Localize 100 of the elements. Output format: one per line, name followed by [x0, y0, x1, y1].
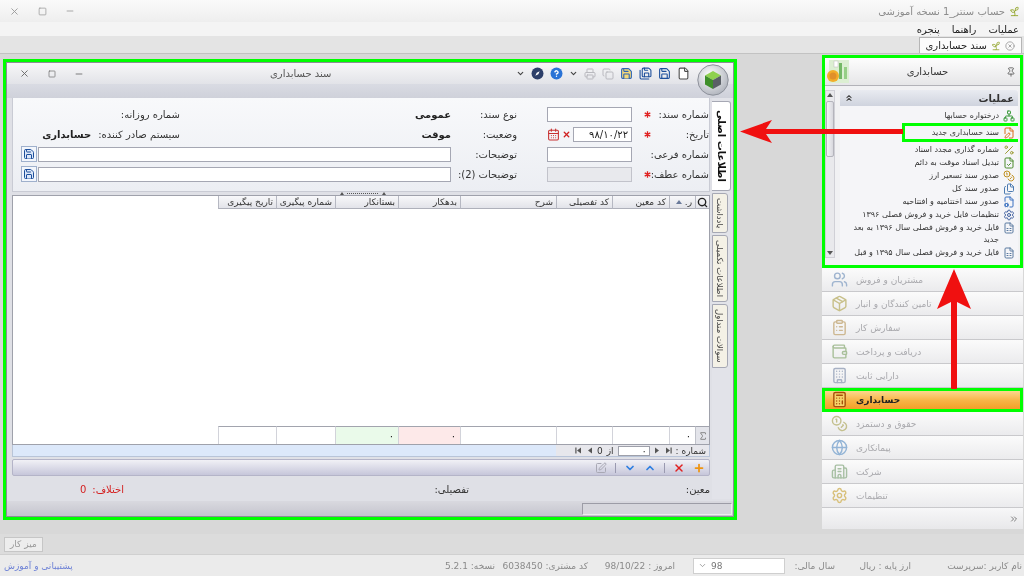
- group-header[interactable]: عملیات: [840, 90, 1018, 106]
- menu-item[interactable]: راهنما: [951, 23, 977, 35]
- maximize-icon[interactable]: [48, 69, 56, 78]
- column-header[interactable]: کد تفصیلی: [556, 196, 612, 209]
- clear-icon[interactable]: [562, 129, 571, 139]
- side-tab[interactable]: سوالات متداول: [712, 304, 728, 368]
- last-record-icon[interactable]: [574, 447, 582, 454]
- task-link[interactable]: فایل خرید و فروش فصلی سال ۱۳۹۶ به بعد جدید: [843, 221, 1015, 246]
- input-field[interactable]: [38, 146, 451, 162]
- next-record-icon[interactable]: [585, 447, 593, 454]
- sigma-icon: [697, 430, 708, 441]
- scroll-up-icon[interactable]: [827, 93, 833, 97]
- first-record-icon[interactable]: [664, 447, 672, 454]
- network-icon: [1003, 109, 1015, 122]
- column-header[interactable]: بستانکار: [335, 196, 398, 209]
- save-icon[interactable]: [658, 67, 671, 80]
- column-header[interactable]: کد معین: [612, 196, 669, 209]
- task-link[interactable]: صدور سند تسعیر ارز: [929, 169, 1015, 182]
- task-link[interactable]: سند حسابداری جدید: [931, 126, 1015, 139]
- gear-icon: [1003, 208, 1015, 221]
- people-icon: [831, 271, 848, 288]
- record-number-field[interactable]: ۰: [617, 445, 650, 456]
- field-label: وضعیت:: [482, 128, 517, 140]
- spreadsheet-icon: [1003, 221, 1015, 234]
- menu-item[interactable]: پنجره: [916, 23, 940, 35]
- window-title: سند حسابداری: [270, 68, 332, 79]
- difference-value: 0: [79, 484, 87, 495]
- coins-icon: [1003, 169, 1015, 182]
- pin-icon[interactable]: [1006, 66, 1016, 77]
- spreadsheet-icon: [1003, 246, 1015, 259]
- window-title: حساب سنتر_1 نسخه آموزشی: [878, 5, 1005, 17]
- help-icon[interactable]: [550, 67, 563, 80]
- input-field[interactable]: [547, 146, 632, 162]
- column-header[interactable]: شماره پیگیری: [276, 196, 335, 209]
- input-field[interactable]: [38, 166, 451, 182]
- menu-item[interactable]: عملیات: [988, 23, 1019, 35]
- date-field[interactable]: ۹۸/۱۰/۲۲: [573, 126, 632, 142]
- task-link[interactable]: شماره گذاری مجدد اسناد: [914, 143, 1015, 156]
- navigator-label: از: [606, 445, 614, 456]
- year-dropdown[interactable]: 98: [693, 557, 785, 574]
- side-tab[interactable]: اطلاعات تکمیلی: [712, 235, 728, 303]
- globe-icon: [831, 439, 848, 456]
- close-icon[interactable]: [1005, 40, 1015, 51]
- column-header[interactable]: تاریخ پیگیری: [218, 196, 276, 209]
- delete-icon[interactable]: [673, 461, 685, 474]
- save-icon: [23, 168, 35, 180]
- close-icon[interactable]: [19, 68, 30, 79]
- compass-icon[interactable]: [531, 67, 544, 80]
- save-button[interactable]: [21, 146, 37, 162]
- caret-icon[interactable]: [516, 69, 525, 78]
- percent-icon: [1003, 143, 1015, 156]
- field-value: موقت: [421, 128, 451, 140]
- navigator-label: شماره :: [675, 445, 706, 456]
- field-value: عمومی: [414, 108, 451, 120]
- field-label: توضیحات:: [475, 148, 517, 160]
- task-link[interactable]: صدور سند اختتامیه و افتتاحیه: [902, 195, 1015, 208]
- calendar-icon[interactable]: [547, 127, 560, 141]
- document-check-icon: [1003, 156, 1015, 169]
- column-header[interactable]: ر.: [669, 196, 695, 209]
- task-link[interactable]: تنظیمات فایل خرید و فروش فصلی ۱۳۹۶: [862, 208, 1015, 221]
- new-document-icon[interactable]: [677, 67, 690, 80]
- save-icon: [23, 148, 35, 160]
- input-field[interactable]: [547, 106, 632, 122]
- status-text: کد مشتری: 6038450: [502, 560, 588, 571]
- sprout-icon: [1009, 5, 1020, 17]
- record-count: 0: [596, 445, 603, 456]
- previous-record-icon[interactable]: [653, 447, 661, 454]
- close-icon[interactable]: [9, 5, 20, 17]
- save-icon[interactable]: [620, 67, 633, 80]
- save-button[interactable]: [21, 166, 37, 182]
- total-cell: ۰: [398, 426, 460, 444]
- save-all-icon[interactable]: [639, 67, 652, 80]
- status-text: نسخه: 5.2.1: [445, 560, 495, 571]
- office-building-icon: [831, 463, 848, 480]
- coins-icon: [831, 415, 848, 432]
- status-text: سال مالی:: [794, 560, 835, 571]
- total-cell: ۰: [669, 426, 695, 444]
- scroll-down-icon[interactable]: [827, 251, 833, 255]
- column-header[interactable]: شرح: [460, 196, 556, 209]
- field-label: شماره عطف:: [650, 168, 709, 180]
- status-text: نام کاربر :سرپرست: [947, 560, 1022, 571]
- clipboard-icon: [831, 319, 848, 336]
- splitter-grip-icon[interactable]: [340, 192, 386, 195]
- task-link[interactable]: صدور سند کل: [952, 182, 1015, 195]
- column-header[interactable]: بدهکار: [398, 196, 460, 209]
- sprout-icon: [991, 40, 1001, 51]
- task-link[interactable]: تبدیل اسناد موقت به دائم: [914, 156, 1015, 169]
- side-tab[interactable]: یادداشت: [712, 192, 728, 234]
- calculator-icon: [831, 391, 848, 408]
- documents-icon: [1003, 182, 1015, 195]
- task-link[interactable]: درختواره حسابها: [944, 109, 1015, 122]
- side-tab[interactable]: اطلاعات اصلی: [712, 101, 731, 191]
- field-label: نوع سند:: [479, 108, 517, 120]
- caret-icon[interactable]: [569, 69, 578, 78]
- pencil-document-icon: [1003, 126, 1015, 139]
- document-tab[interactable]: سند حسابداری: [918, 37, 1022, 53]
- summary-label: تفصیلی:: [434, 484, 469, 495]
- field-label: سیستم صادر کننده:: [98, 128, 180, 140]
- panel-title: حسابداری: [906, 66, 949, 77]
- task-link[interactable]: فایل خرید و فروش فصلی سال ۱۳۹۵ و قبل: [854, 246, 1015, 259]
